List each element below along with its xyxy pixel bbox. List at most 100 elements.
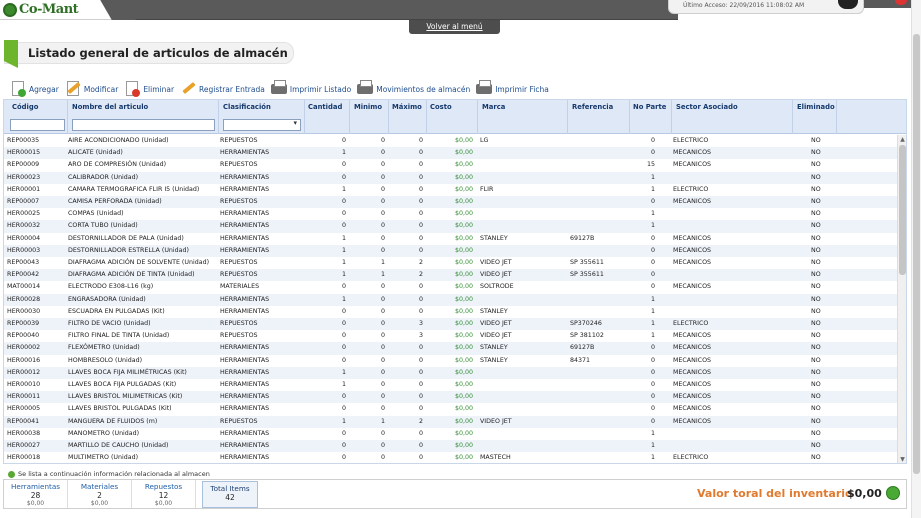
table-row[interactable]: HER00003 DESTORNILLADOR ESTRELLA (Unidad)… [4,244,897,257]
table-row[interactable]: HER00030 ESCUADRA EN PULGADAS (Kit) HERRAM… [4,306,897,318]
table-row[interactable]: MAT00014 ELECTRODO E308-L16 (kg) MATERIALE… [4,281,897,293]
col-header-classification[interactable]: Clasificación [223,103,271,111]
cell-code: HER00015 [7,149,41,157]
cell-sector: MECANICOS [673,198,712,205]
table-row[interactable]: HER00025 COMPAS (Unidad) HERRAMIENTAS 0 0 0 $0… [4,208,897,220]
cell-deleted: NO [811,222,821,230]
col-header-brand[interactable]: Marca [482,103,505,111]
cell-max: 0 [418,234,423,242]
summary-tools[interactable]: Herramientas 28 $0,00 [4,480,68,508]
cell-name: FILTRO DE VACIO (Unidad) [68,320,151,327]
page-scrollbar-thumb[interactable] [913,34,920,474]
table-row[interactable]: HER00010 LLAVES BOCA FIJA PULGADAS (Kit) H… [4,379,897,391]
name-filter-input[interactable] [72,119,215,131]
table-row[interactable]: HER00023 CALIBRADOR (Unidad) HERRAMIENTAS 0… [4,171,897,184]
col-header-part-number[interactable]: No Parte [633,103,666,111]
articles-grid: Código Nombre del articulo Clasificación… [3,99,907,464]
table-row[interactable]: REP00007 CAMISA PERFORADA (Unidad) REPUEST… [4,196,897,209]
col-header-code[interactable]: Código [12,103,38,111]
scroll-down-arrow-icon[interactable]: ▼ [899,456,906,463]
cell-quantity: 0 [341,442,346,449]
table-row[interactable]: HER00015 ALICATE (Unidad) HERRAMIENTAS 1 0 0 $… [4,147,897,160]
col-header-cost[interactable]: Costo [430,103,452,111]
classification-filter-select[interactable] [223,119,301,131]
cell-deleted: NO [811,259,821,266]
table-row[interactable]: REP00043 DIAFRAGMA ADICIÓN DE SOLVENTE (U… [4,257,897,269]
add-button[interactable]: Agregar [10,80,59,98]
cell-code: HER00023 [7,173,41,181]
col-header-min[interactable]: Minimo [354,103,382,111]
cell-deleted: NO [811,393,821,401]
cell-classification: REPUESTOS [220,259,258,266]
table-row[interactable]: HER00002 FLEXÓMETRO (Unidad) HERRAMIENTAS 0… [4,342,897,355]
summary-materials[interactable]: Materiales 2 $0,00 [68,480,132,508]
cell-name: DIAFRAGMA ADICIÓN DE TINTA (Unidad) [68,271,195,279]
printer-icon [357,80,374,98]
summary-spares[interactable]: Repuestos 12 $0,00 [132,480,196,508]
grid-scrollbar-thumb[interactable] [899,145,906,275]
cell-brand: SOLTRODE [480,283,514,291]
table-row[interactable]: HER00001 CAMARA TERMOGRAFICA FLIR I5 (Uni… [4,184,897,196]
pencil-icon [180,80,196,98]
table-row[interactable]: HER00011 LLAVES BRISTOL MILIMETRICAS (Kit… [4,391,897,404]
table-row[interactable]: HER00038 MANOMETRO (Unidad) HERRAMIENTAS 0 0… [4,428,897,440]
refresh-icon[interactable] [886,486,900,500]
edit-button[interactable]: Modificar [65,80,118,98]
cell-code: REP00035 [7,137,40,144]
col-header-reference[interactable]: Referencia [572,103,613,111]
cell-name: FLEXÓMETRO (Unidad) [68,344,140,352]
table-row[interactable]: REP00009 ARO DE COMPRESIÓN (Unidad) REPUES… [4,159,897,171]
table-row[interactable]: HER00005 LLAVES BRISTOL PULGADAS (Kit) HER… [4,403,897,415]
cell-sector: MECANICOS [673,344,712,352]
register-entry-button[interactable]: Registrar Entrada [180,80,265,98]
cell-classification: HERRAMIENTAS [220,393,270,401]
cell-classification: HERRAMIENTAS [220,234,270,242]
col-header-name[interactable]: Nombre del articulo [72,103,148,111]
back-to-menu-link[interactable]: Volver al menú [409,20,500,34]
col-header-sector[interactable]: Sector Asociado [676,103,738,111]
cell-min: 0 [380,454,385,462]
code-filter-input[interactable] [10,119,65,131]
table-row[interactable]: HER00027 MARTILLO DE CAUCHO (Unidad) HERRA… [4,440,897,453]
table-row[interactable]: REP00035 AIRE ACONDICIONADO (Unidad) REPUE… [4,135,897,147]
gear-logo-icon [3,2,17,17]
add-button-label: Agregar [29,84,59,94]
cell-cost: $0,00 [454,454,473,462]
cell-max: 2 [418,259,423,266]
scroll-up-arrow-icon[interactable]: ▲ [899,136,906,143]
table-row[interactable]: HER00012 LLAVES BOCA FIJA MILIMÉTRICAS (K… [4,366,897,379]
cell-code: REP00042 [7,271,40,279]
table-row[interactable]: REP00040 FILTRO FINAL DE TINTA (Unidad) RE… [4,330,897,342]
table-row[interactable]: REP00041 MANGUERA DE FLUIDOS (m) REPUESTOS… [4,415,897,428]
cell-min: 0 [380,332,385,340]
table-row[interactable]: HER00028 ENGRASADORA (Unidad) HERRAMIENTAS… [4,293,897,306]
print-list-button[interactable]: Imprimir Listado [270,80,351,98]
cell-classification: REPUESTOS [220,320,258,327]
table-row[interactable]: REP00042 DIAFRAGMA ADICIÓN DE TINTA (Unid… [4,269,897,282]
cell-name: DESTORNILLADOR ESTRELLA (Unidad) [68,246,189,254]
table-row[interactable]: HER00016 HOMBRESOLO (Unidad) HERRAMIENTAS 0… [4,355,897,367]
col-header-quantity[interactable]: Cantidad [308,103,342,111]
cell-max: 0 [418,429,423,437]
cell-min: 0 [380,210,385,218]
cell-code: MAT00014 [7,283,41,291]
col-header-max[interactable]: Máximo [392,103,422,111]
col-header-deleted[interactable]: Eliminado [797,103,835,111]
page-scrollbar[interactable] [911,0,921,518]
cell-min: 0 [380,185,385,193]
cell-min: 0 [380,137,385,144]
table-row[interactable]: REP00039 FILTRO DE VACIO (Unidad) REPUESTO… [4,318,897,331]
print-sheet-button[interactable]: Imprimir Ficha [476,80,549,98]
cell-quantity: 0 [341,454,346,462]
movements-button[interactable]: Movimientos de almacén [357,80,470,98]
cell-classification: HERRAMIENTAS [220,442,270,449]
cell-cost: $0,00 [454,210,473,218]
cell-min: 0 [380,246,385,254]
delete-button[interactable]: Eliminar [124,80,174,98]
cell-classification: HERRAMIENTAS [220,173,270,181]
table-row[interactable]: HER00032 CORTA TUBO (Unidad) HERRAMIENTAS 0… [4,220,897,233]
table-row[interactable]: HER00018 MULTIMETRO (Unidad) HERRAMIENTAS 0… [4,452,897,463]
grid-scrollbar[interactable]: ▲ ▼ [897,135,906,463]
cell-code: REP00041 [7,417,40,425]
table-row[interactable]: HER00004 DESTORNILLADOR DE PALA (Unidad) H… [4,233,897,245]
